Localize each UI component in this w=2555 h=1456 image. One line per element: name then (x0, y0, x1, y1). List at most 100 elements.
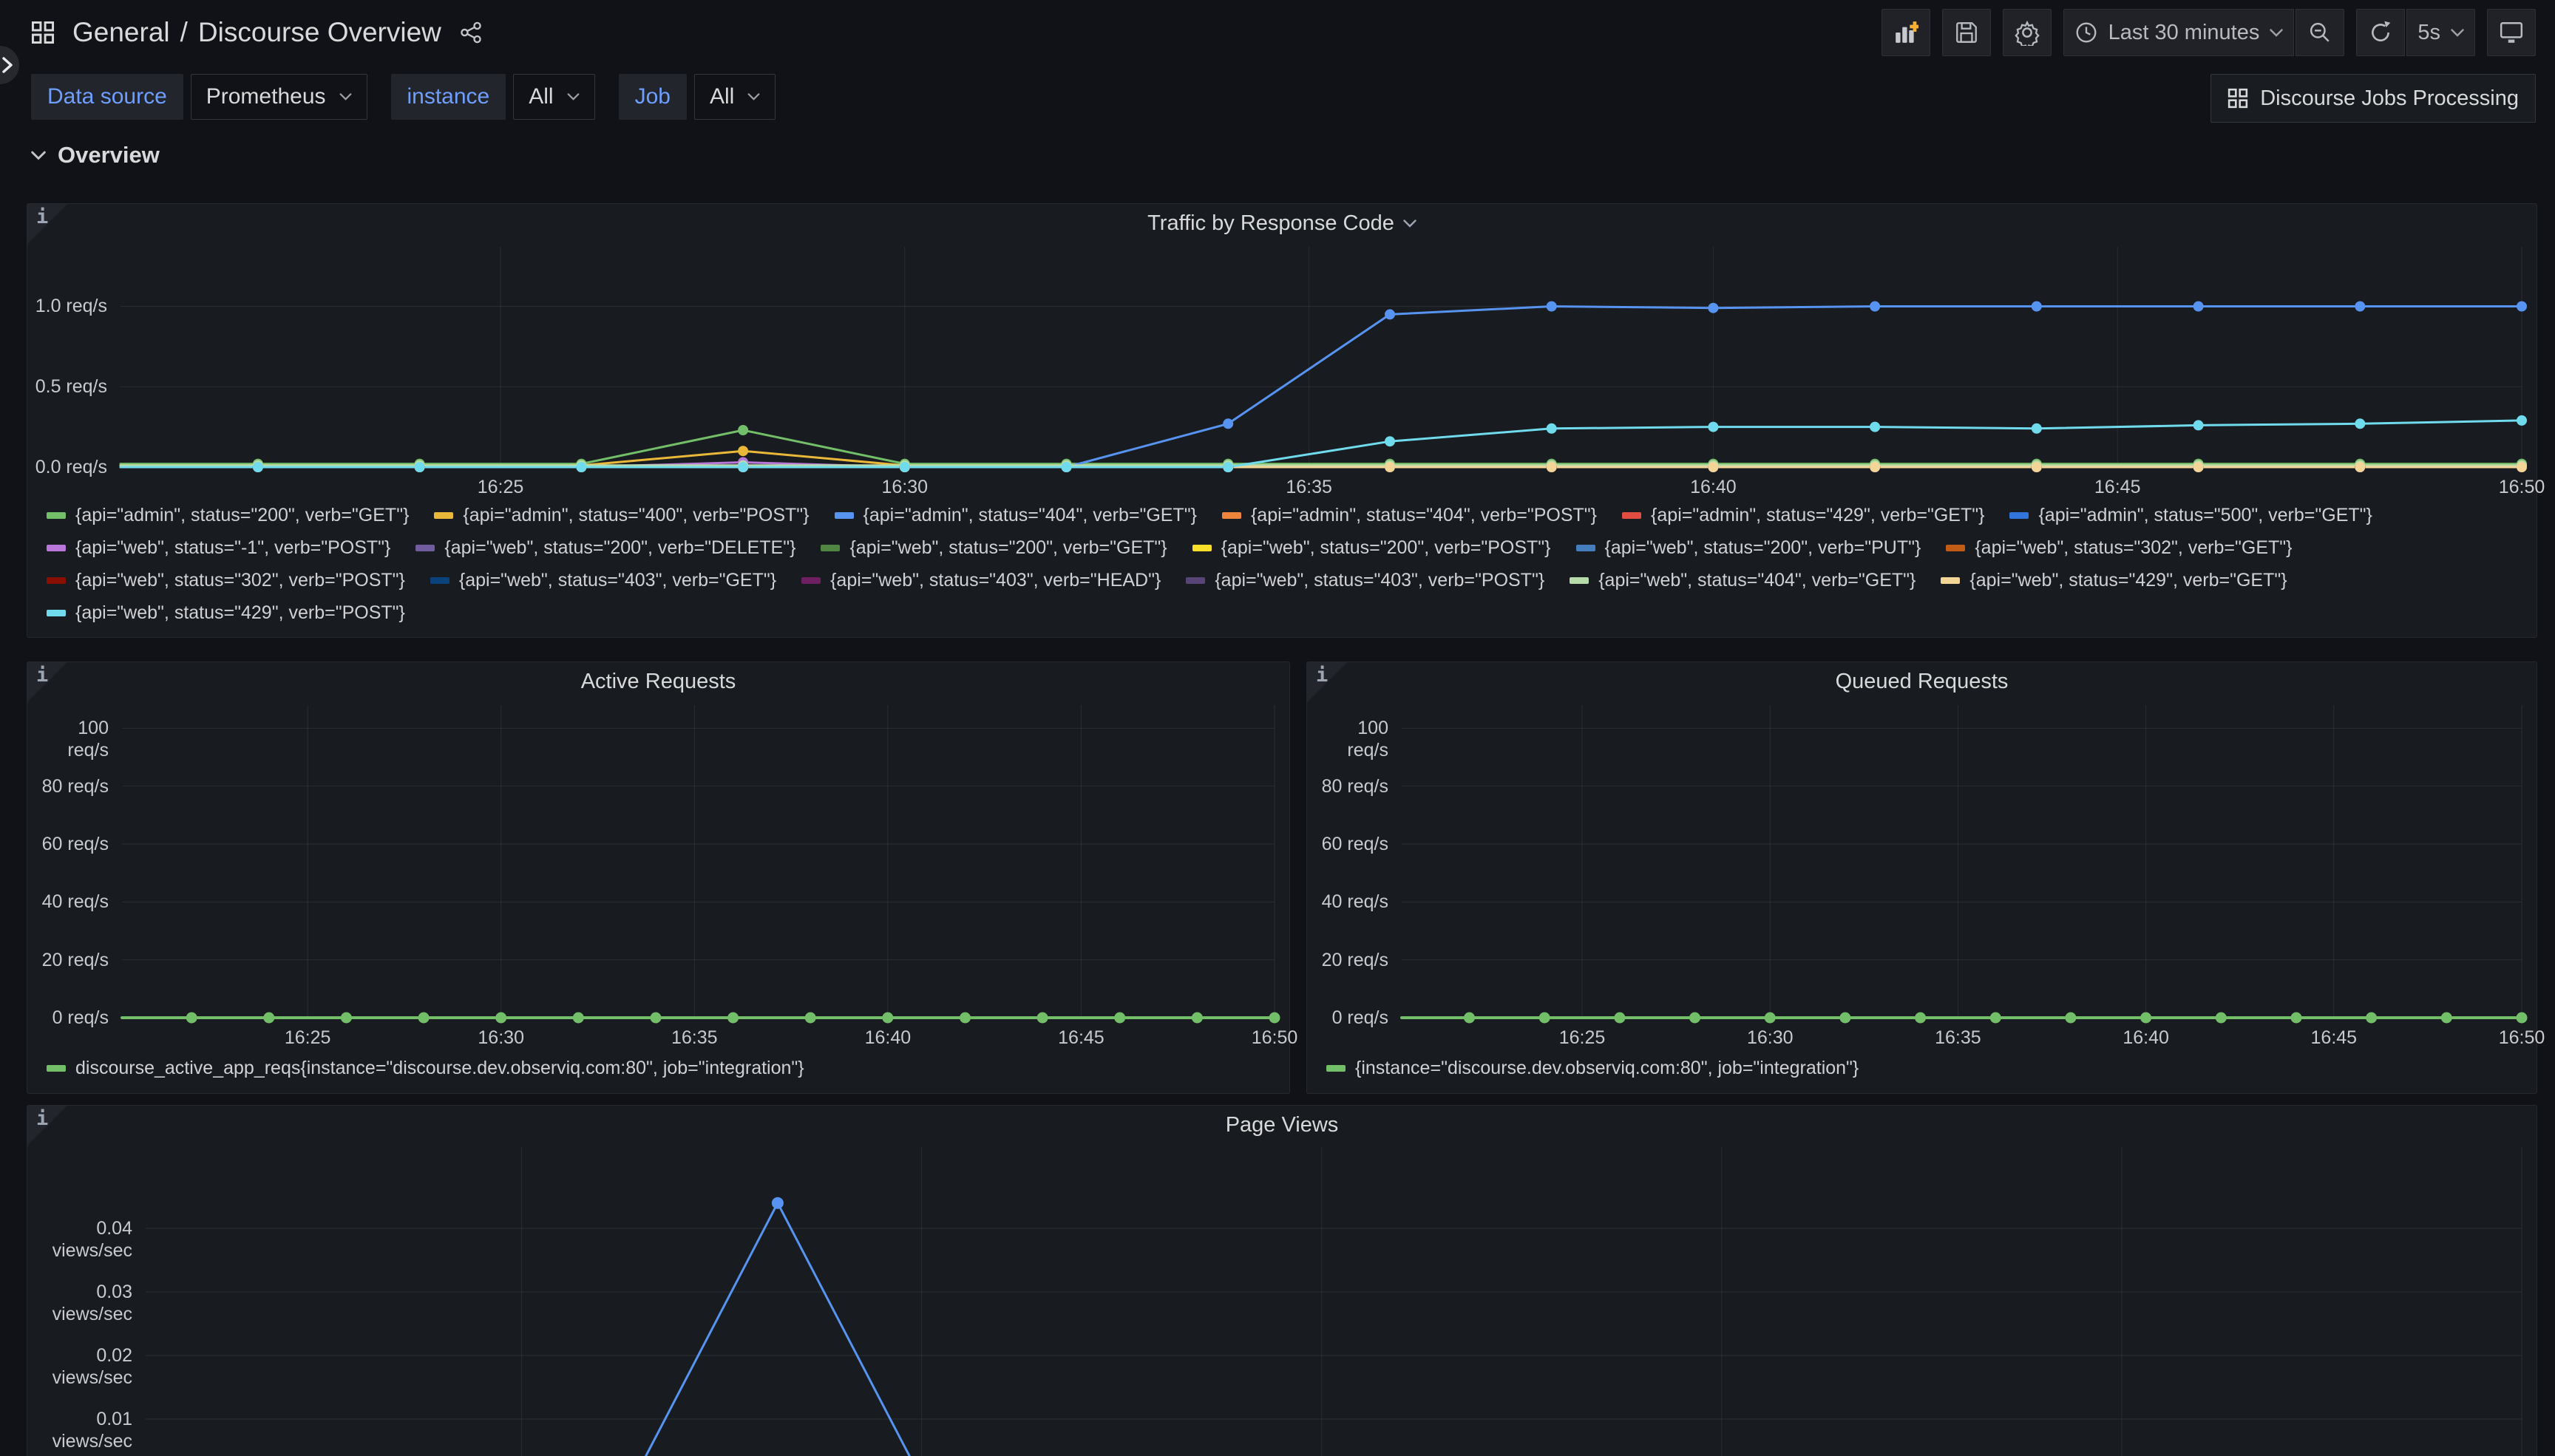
legend-item[interactable]: {api="web", status="403", verb="HEAD"} (801, 568, 1161, 593)
legend-label: {api="admin", status="429", verb="GET"} (1651, 505, 1984, 526)
legend-swatch (801, 577, 821, 584)
legend-swatch (47, 577, 66, 584)
legend-label: {api="web", status="302", verb="POST"} (75, 570, 405, 591)
legend-item[interactable]: {api="web", status="403", verb="POST"} (1186, 568, 1544, 593)
grid-icon (2227, 88, 2248, 109)
breadcrumb-folder[interactable]: General (72, 17, 170, 48)
legend-item[interactable]: {api="admin", status="400", verb="POST"} (434, 503, 809, 528)
x-axis-label: 16:30 (1718, 1027, 1822, 1049)
queued-requests-chart-plot[interactable]: 0 req/s20 req/s40 req/s60 req/s80 req/s1… (1313, 705, 2531, 1050)
x-axis-label: 16:45 (2282, 1027, 2386, 1049)
discourse-jobs-link[interactable]: Discourse Jobs Processing (2210, 74, 2536, 123)
datasource-picker[interactable]: Prometheus (191, 74, 367, 120)
refresh-interval-picker[interactable]: 5s (2406, 9, 2475, 56)
legend-item[interactable]: {api="web", status="200", verb="PUT"} (1576, 535, 1921, 560)
y-axis-label: 60 req/s (33, 833, 109, 855)
legend-item[interactable]: {instance="discourse.dev.observiq.com:80… (1326, 1055, 1859, 1081)
x-axis-label: 16:45 (1029, 1027, 1133, 1049)
legend-item[interactable]: {api="admin", status="500", verb="GET"} (2009, 503, 2372, 528)
page-views-chart-plot[interactable]: 0.01 views/sec0.02 views/sec0.03 views/s… (33, 1147, 2531, 1456)
y-axis-label: 60 req/s (1313, 833, 1388, 855)
legend-swatch (47, 610, 66, 616)
legend-label: {api="web", status="429", verb="POST"} (75, 602, 405, 624)
grid-icon[interactable] (31, 21, 55, 44)
legend-swatch (1192, 545, 1212, 551)
share-icon[interactable] (459, 21, 483, 44)
variable-job: Job All (619, 74, 776, 120)
y-axis-label: 40 req/s (33, 891, 109, 913)
chevron-right-icon (1, 56, 13, 74)
zoom-out-button[interactable] (2296, 9, 2344, 56)
legend-swatch (1186, 577, 1205, 584)
y-axis-label: 40 req/s (1313, 891, 1388, 913)
y-axis-label: 80 req/s (33, 775, 109, 797)
chart-canvas (33, 705, 1283, 1050)
chart-canvas (33, 247, 2531, 498)
panel-title-text: Queued Requests (1836, 670, 2009, 694)
save-dashboard-button[interactable] (1942, 9, 1991, 56)
legend-item[interactable]: {api="web", status="200", verb="GET"} (821, 535, 1167, 560)
add-panel-button[interactable] (1882, 9, 1930, 56)
legend-item[interactable]: {api="web", status="302", verb="GET"} (1946, 535, 2292, 560)
legend-swatch (1570, 577, 1589, 584)
kiosk-mode-button[interactable] (2487, 9, 2536, 56)
legend-item[interactable]: {api="web", status="200", verb="DELETE"} (415, 535, 795, 560)
panel-title-active[interactable]: Active Requests (27, 662, 1289, 701)
legend-label: {api="admin", status="404", verb="GET"} (863, 505, 1197, 526)
legend-label: {instance="discourse.dev.observiq.com:80… (1355, 1058, 1859, 1079)
x-axis-label: 16:30 (853, 476, 957, 498)
instance-picker[interactable]: All (513, 74, 594, 120)
row-overview[interactable]: Overview (0, 123, 2555, 169)
refresh-button[interactable] (2356, 9, 2405, 56)
legend-label: {api="web", status="200", verb="POST"} (1221, 537, 1551, 559)
time-range-label: Last 30 minutes (2108, 21, 2260, 45)
queued-requests-legend: {instance="discourse.dev.observiq.com:80… (1326, 1055, 2509, 1081)
x-axis-label: 16:40 (1661, 476, 1765, 498)
legend-item[interactable]: {api="admin", status="200", verb="GET"} (47, 503, 409, 528)
legend-item[interactable]: discourse_active_app_reqs{instance="disc… (47, 1055, 804, 1081)
y-axis-label: 20 req/s (33, 949, 109, 971)
legend-label: {api="web", status="403", verb="POST"} (1215, 570, 1544, 591)
legend-label: {api="web", status="302", verb="GET"} (1975, 537, 2292, 559)
panel-title-text: Page Views (1226, 1113, 1339, 1137)
dashboard-settings-button[interactable] (2003, 9, 2052, 56)
legend-item[interactable]: {api="web", status="404", verb="GET"} (1570, 568, 1916, 593)
y-axis-label: 0.03 views/sec (33, 1281, 132, 1325)
legend-item[interactable]: {api="web", status="-1", verb="POST"} (47, 535, 390, 560)
y-axis-label: 100 req/s (1313, 717, 1388, 761)
legend-item[interactable]: {api="web", status="429", verb="GET"} (1941, 568, 2287, 593)
legend-item[interactable]: {api="web", status="200", verb="POST"} (1192, 535, 1551, 560)
x-axis-label: 16:50 (2470, 1027, 2555, 1049)
panel-page-views: i Page Views 0.01 views/sec0.02 views/se… (27, 1105, 2537, 1456)
legend-label: {api="web", status="-1", verb="POST"} (75, 537, 390, 559)
legend-item[interactable]: {api="web", status="302", verb="POST"} (47, 568, 405, 593)
time-range-picker[interactable]: Last 30 minutes (2063, 9, 2295, 56)
legend-label: {api="web", status="200", verb="PUT"} (1605, 537, 1921, 559)
active-requests-chart-plot[interactable]: 0 req/s20 req/s40 req/s60 req/s80 req/s1… (33, 705, 1283, 1050)
legend-label: {api="web", status="403", verb="HEAD"} (830, 570, 1161, 591)
legend-swatch (415, 545, 435, 551)
legend-item[interactable]: {api="admin", status="404", verb="POST"} (1222, 503, 1597, 528)
x-axis-label: 16:35 (1258, 476, 1361, 498)
x-axis-label: 16:40 (2094, 1027, 2198, 1049)
y-axis-label: 0.5 req/s (33, 375, 107, 398)
panel-title-traffic[interactable]: Traffic by Response Code (27, 204, 2537, 242)
legend-item[interactable]: {api="web", status="403", verb="GET"} (430, 568, 776, 593)
legend-item[interactable]: {api="web", status="429", verb="POST"} (47, 600, 405, 625)
clock-icon (2074, 21, 2098, 44)
legend-label: {api="web", status="404", verb="GET"} (1598, 570, 1916, 591)
breadcrumb[interactable]: General / Discourse Overview (72, 17, 441, 48)
breadcrumb-dashboard[interactable]: Discourse Overview (198, 17, 441, 48)
job-picker[interactable]: All (694, 74, 776, 120)
traffic-chart-plot[interactable]: 0.0 req/s0.5 req/s1.0 req/s16:2516:3016:… (33, 247, 2531, 498)
legend-swatch (835, 512, 854, 519)
legend-item[interactable]: {api="admin", status="404", verb="GET"} (835, 503, 1197, 528)
panel-title-queued[interactable]: Queued Requests (1307, 662, 2537, 701)
legend-swatch (1941, 577, 1960, 584)
chevron-down-icon (567, 93, 580, 101)
x-axis-label: 16:25 (256, 1027, 359, 1049)
chevron-down-icon (1403, 220, 1416, 228)
legend-swatch (430, 577, 449, 584)
panel-title-pageviews[interactable]: Page Views (27, 1106, 2537, 1144)
legend-item[interactable]: {api="admin", status="429", verb="GET"} (1622, 503, 1984, 528)
